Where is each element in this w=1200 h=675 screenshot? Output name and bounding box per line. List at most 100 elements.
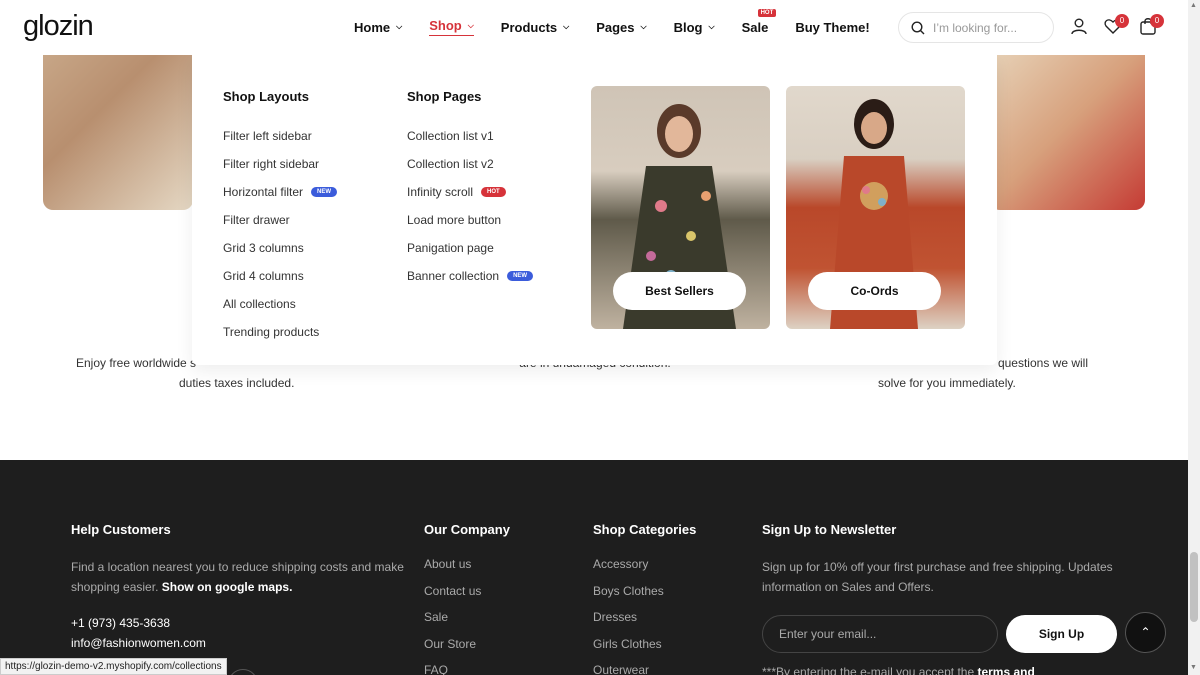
chevron-down-icon: ⌵ <box>396 22 403 31</box>
nav-blog[interactable]: Blog ⌵ <box>674 18 715 36</box>
account-icon[interactable] <box>1070 17 1092 39</box>
hot-badge: HOT <box>757 9 777 17</box>
menu-link-grid-3-columns[interactable]: Grid 3 columns <box>223 234 337 262</box>
footer-link-our-store[interactable]: Our Store <box>424 637 510 664</box>
shop-mega-menu: Shop Layouts Filter left sidebar Filter … <box>192 55 997 365</box>
menu-link-trending-products[interactable]: Trending products <box>223 318 337 346</box>
menu-link-filter-drawer[interactable]: Filter drawer <box>223 206 337 234</box>
footer-link-faq[interactable]: FAQ <box>424 663 510 675</box>
nav-pages-label: Pages <box>596 19 635 35</box>
cart-count: 0 <box>1150 14 1164 28</box>
nav-blog-label: Blog <box>673 19 703 35</box>
promo-card-best-sellers[interactable]: Best Sellers <box>591 86 770 329</box>
menu-link-panigation-page[interactable]: Panigation page <box>407 234 533 262</box>
nav-sale[interactable]: Sale HOT <box>742 9 777 36</box>
menu-link-label: Infinity scroll <box>407 185 474 199</box>
menu-link-horizontal-filter[interactable]: Horizontal filter NEW <box>223 178 338 206</box>
social-icon[interactable] <box>228 669 258 675</box>
wishlist-button[interactable]: 0 <box>1104 14 1129 39</box>
hero-image-left <box>43 40 193 210</box>
menu-link-label: Horizontal filter <box>223 185 304 199</box>
menu-link-collection-list-v1[interactable]: Collection list v1 <box>407 122 533 150</box>
user-icon <box>1071 18 1087 35</box>
footer-link-dresses[interactable]: Dresses <box>593 610 696 637</box>
menu-link-label: Filter drawer <box>223 213 290 227</box>
terms-link[interactable]: terms and <box>977 665 1034 675</box>
footer-link-outerwear[interactable]: Outerwear <box>593 663 696 675</box>
nav-home-label: Home <box>354 19 391 35</box>
phone-number[interactable]: +1 (973) 435-3638 <box>71 613 406 633</box>
menu-link-label: Banner collection <box>407 269 500 283</box>
our-company-heading: Our Company <box>424 522 510 537</box>
menu-link-label: Filter right sidebar <box>223 157 320 171</box>
menu-link-load-more-button[interactable]: Load more button <box>407 206 533 234</box>
site-header: glozin Home ⌵ Shop ⌵ Products ⌵ Pages ⌵ Blog… <box>0 0 1188 55</box>
nav-products-label: Products <box>500 19 558 35</box>
page-scrollbar[interactable]: ▲ ▼ <box>1188 0 1200 675</box>
menu-link-infinity-scroll[interactable]: Infinity scroll HOT <box>407 178 533 206</box>
newsletter-terms: ***By entering the e-mail you accept the… <box>762 665 1035 675</box>
google-maps-link[interactable]: Show on google maps. <box>162 580 293 594</box>
nav-shop[interactable]: Shop ⌵ <box>429 18 474 36</box>
chevron-down-icon: ⌵ <box>640 22 647 31</box>
scroll-up-arrow-icon[interactable]: ▲ <box>1190 2 1197 9</box>
new-badge: NEW <box>311 187 338 197</box>
newsletter-email-field[interactable] <box>762 615 998 653</box>
menu-link-filter-right-sidebar[interactable]: Filter right sidebar <box>223 150 337 178</box>
footer-link-girls-clothes[interactable]: Girls Clothes <box>593 637 696 664</box>
back-to-top-button[interactable]: ⌃ <box>1125 612 1166 653</box>
shop-categories-heading: Shop Categories <box>593 522 697 537</box>
terms-prefix: ***By entering the e-mail you accept the <box>762 665 975 675</box>
shop-layouts-heading: Shop Layouts <box>223 89 309 104</box>
newsletter-heading: Sign Up to Newsletter <box>762 522 897 537</box>
chevron-down-icon: ⌵ <box>708 22 715 31</box>
best-sellers-button[interactable]: Best Sellers <box>613 272 746 310</box>
hot-badge: HOT <box>481 187 506 197</box>
menu-link-label: Load more button <box>407 213 502 227</box>
menu-link-all-collections[interactable]: All collections <box>223 290 337 318</box>
nav-products[interactable]: Products ⌵ <box>501 18 569 36</box>
main-nav: Home ⌵ Shop ⌵ Products ⌵ Pages ⌵ Blog ⌵ Sale … <box>354 9 897 36</box>
footer-link-sale[interactable]: Sale <box>424 610 510 637</box>
menu-link-label: Collection list v2 <box>407 157 494 171</box>
help-customers-heading: Help Customers <box>71 522 171 537</box>
help-text: Find a location nearest you to reduce sh… <box>71 557 406 597</box>
footer-link-about-us[interactable]: About us <box>424 557 510 584</box>
nav-shop-label: Shop <box>429 18 462 33</box>
promo-card-co-ords[interactable]: Co-Ords <box>786 86 965 329</box>
nav-buy-theme[interactable]: Buy Theme! <box>795 18 869 36</box>
footer-link-contact-us[interactable]: Contact us <box>424 584 510 611</box>
shop-pages-column: Shop Pages Collection list v1 Collection… <box>407 89 534 290</box>
search-input[interactable] <box>933 20 1043 35</box>
email-address[interactable]: info@fashionwomen.com <box>71 633 406 653</box>
menu-link-label: Filter left sidebar <box>223 129 312 143</box>
search-box[interactable] <box>898 12 1054 43</box>
sign-up-button[interactable]: Sign Up <box>1006 615 1117 653</box>
menu-link-label: Trending products <box>223 325 320 339</box>
menu-link-label: Grid 3 columns <box>223 241 304 255</box>
wishlist-count: 0 <box>1115 14 1129 28</box>
chevron-down-icon: ⌵ <box>467 20 474 30</box>
nav-buy-theme-label: Buy Theme! <box>795 19 870 35</box>
co-ords-button[interactable]: Co-Ords <box>808 272 941 310</box>
scrollbar-thumb[interactable] <box>1190 552 1198 622</box>
scroll-down-arrow-icon[interactable]: ▼ <box>1190 664 1197 671</box>
nav-pages[interactable]: Pages ⌵ <box>596 18 646 36</box>
menu-link-collection-list-v2[interactable]: Collection list v2 <box>407 150 533 178</box>
cart-button[interactable]: 0 <box>1139 14 1164 39</box>
nav-home[interactable]: Home ⌵ <box>354 18 402 36</box>
menu-link-grid-4-columns[interactable]: Grid 4 columns <box>223 262 337 290</box>
shop-layouts-column: Shop Layouts Filter left sidebar Filter … <box>223 89 338 346</box>
menu-link-label: Panigation page <box>407 241 494 255</box>
search-icon[interactable] <box>911 20 925 35</box>
chevron-down-icon: ⌵ <box>563 22 570 31</box>
newsletter-email-input[interactable] <box>779 627 979 641</box>
shop-pages-heading: Shop Pages <box>407 89 482 104</box>
logo[interactable]: glozin <box>23 10 94 43</box>
menu-link-filter-left-sidebar[interactable]: Filter left sidebar <box>223 122 337 150</box>
menu-link-label: All collections <box>223 297 296 311</box>
footer-link-boys-clothes[interactable]: Boys Clothes <box>593 584 696 611</box>
site-footer: Help Customers Find a location nearest y… <box>0 460 1188 675</box>
menu-link-banner-collection[interactable]: Banner collection NEW <box>407 262 534 290</box>
footer-link-accessory[interactable]: Accessory <box>593 557 696 584</box>
